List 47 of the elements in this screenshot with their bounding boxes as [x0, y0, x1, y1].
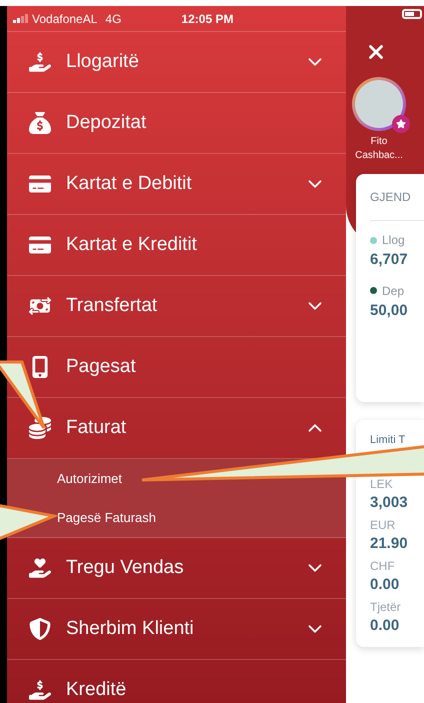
card-title: Limiti T	[370, 433, 406, 448]
card-title: GJEND	[370, 188, 424, 221]
battery-icon	[402, 9, 422, 19]
status-time: 12:05 PM	[181, 10, 234, 28]
card-icon	[29, 173, 51, 195]
entry-value: 6,707	[370, 250, 409, 270]
menu-item[interactable]: Kartat e Debitit	[7, 154, 346, 215]
money-bag-icon	[29, 112, 51, 134]
menu-label: Transfertat	[66, 294, 158, 318]
hand-coin-icon	[29, 679, 51, 701]
menu-item[interactable]: Transfertat	[7, 276, 346, 337]
menu-label: Depozitat	[66, 110, 148, 135]
entry-value: 50,00	[370, 300, 409, 320]
menu-item[interactable]: Sherbim Klienti	[7, 599, 346, 660]
photo-placeholder	[355, 80, 403, 128]
menu-label: Llogaritë	[66, 50, 140, 74]
shield-icon	[29, 618, 51, 640]
amount-value: 0.00	[370, 616, 400, 636]
currency-label: EUR	[370, 516, 396, 534]
menu-label: Kreditë	[66, 678, 128, 702]
card-icon	[29, 234, 51, 256]
amount-value: 0.00	[370, 574, 400, 594]
transfer-icon	[29, 295, 51, 317]
network-type: 4G	[105, 10, 122, 28]
hand-icon	[29, 557, 51, 579]
currency-label: Tjetër	[370, 598, 402, 616]
amount-value: 3,003	[370, 492, 409, 512]
currency-label: LEK	[370, 476, 394, 492]
callout-pointer	[0, 503, 60, 542]
currency-label: CHF	[370, 558, 396, 574]
carrier-name: VodafoneAL	[32, 10, 98, 28]
signal-icon	[13, 14, 28, 23]
entry-label: Dep	[382, 282, 404, 300]
hand-coin-icon	[29, 51, 51, 73]
menu-item[interactable]: Depozitat	[7, 93, 346, 154]
menu-item[interactable]: Tregu Vendas	[7, 538, 346, 599]
amount-value: 21.90	[370, 534, 409, 554]
callout-pointer	[0, 360, 46, 430]
menu-label: Kartat e Debitit	[66, 172, 193, 196]
entry-label: Llog	[382, 232, 405, 249]
menu-label: Kartat e Kreditit	[66, 232, 198, 257]
menu-label: Sherbim Klienti	[66, 616, 195, 641]
menu-item[interactable]: Kartat e Kreditit	[7, 215, 346, 276]
menu-label: Faturat	[66, 416, 128, 440]
menu-label: Tregu Vendas	[66, 556, 185, 580]
promo-label: Fito Cashbac...	[354, 135, 404, 163]
menu-label: Pagesat	[66, 354, 137, 379]
